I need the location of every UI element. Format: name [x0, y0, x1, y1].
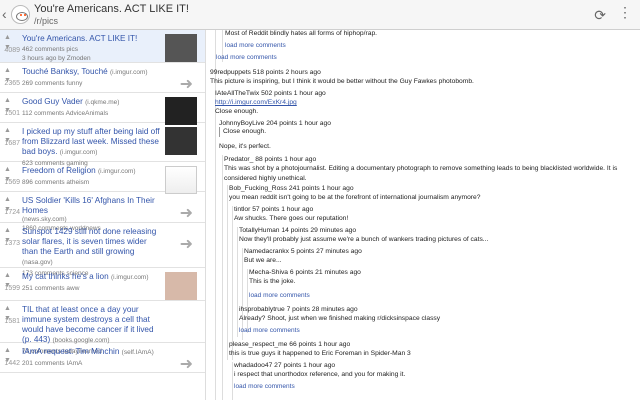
link-arrow-icon[interactable]: ➜: [180, 74, 193, 94]
load-more-comments-link[interactable]: load more comments: [249, 292, 310, 299]
post-title[interactable]: Freedom of Religion (i.imgur.com): [22, 166, 163, 177]
back-icon[interactable]: ‹: [2, 6, 7, 22]
score: 2365: [4, 80, 20, 87]
post-item[interactable]: ▲ ▼ 1373 Sunspot 1429 still not done rele…: [0, 223, 205, 277]
post-list: ▲ ▼ 4089 You're Americans. ACT LIKE IT! 4…: [0, 30, 206, 400]
post-thumbnail[interactable]: [165, 34, 197, 62]
score: 1599: [4, 285, 20, 292]
indent-line: [227, 185, 228, 360]
post-title[interactable]: Touché Banksy, Touché (i.imgur.com): [22, 67, 163, 78]
post-domain: (nasa.gov): [22, 259, 53, 266]
page-title: You're Americans. ACT LIKE IT!: [34, 3, 189, 15]
score: 1373: [4, 240, 20, 247]
post-meta: 896 comments atheism: [22, 179, 90, 186]
post-thumbnail[interactable]: [165, 166, 197, 194]
post-domain: (i.imgur.com): [110, 69, 148, 76]
post-item[interactable]: ▲ ▼ 1599 My cat thinks he's a lion (i.img…: [0, 268, 205, 301]
post-title[interactable]: IAmA request: Tim Minchin (self.IAmA): [22, 347, 163, 358]
post-thumbnail[interactable]: [165, 305, 197, 333]
comment-text: this is true guys it happened to Eric Fo…: [229, 350, 411, 357]
comment-text: This was shot by a photojournalist. Edit…: [224, 165, 618, 182]
comment-thread: Most of Reddit blindly hates all forms o…: [207, 30, 640, 400]
post-domain: (i.imgur.com): [98, 168, 136, 175]
post-item[interactable]: ▲ ▼ 1581 TIL that at least once a day you…: [0, 301, 205, 355]
link-arrow-icon[interactable]: ➜: [180, 354, 193, 374]
post-title[interactable]: My cat thinks he's a lion (i.imgur.com): [22, 272, 163, 283]
post-title[interactable]: Sunspot 1429 still not done releasing so…: [22, 227, 163, 268]
score: 1724: [4, 209, 20, 216]
load-more-comments-link[interactable]: load more comments: [216, 54, 277, 61]
link-arrow-icon[interactable]: ➜: [180, 203, 193, 223]
reddit-logo-icon[interactable]: [11, 5, 30, 24]
indent-line: [222, 155, 223, 400]
refresh-icon[interactable]: ⟳: [594, 7, 606, 24]
post-title[interactable]: TIL that at least once a day your immune…: [22, 305, 163, 346]
load-more-comments-link[interactable]: load more comments: [225, 42, 286, 49]
post-domain: (news.sky.com): [22, 216, 67, 223]
post-thumbnail[interactable]: [165, 97, 197, 125]
post-meta: 251 comments aww: [22, 285, 80, 292]
indent-line: [232, 206, 233, 360]
post-meta: 269 comments funny: [22, 80, 83, 87]
link-arrow-icon[interactable]: ➜: [180, 234, 193, 254]
post-item[interactable]: ▲ ▼ 1724 US Soldier 'Kills 16' Afghans In…: [0, 192, 205, 232]
post-domain: (i.imgur.com): [59, 149, 98, 156]
comment-text: Now they'll probably just assume we're a…: [239, 236, 489, 243]
subreddit-label: /r/pics: [34, 16, 59, 26]
load-more-comments-link[interactable]: load more comments: [239, 327, 300, 334]
post-item[interactable]: ▲ ▼ 1569 Freedom of Religion (i.imgur.com…: [0, 162, 205, 194]
comment-text: But we are...: [244, 257, 282, 264]
comment-text: This picture is inspiring, but I think i…: [210, 78, 474, 85]
post-title[interactable]: Good Guy Vader (i.qkme.me): [22, 97, 163, 108]
overflow-menu-icon[interactable]: ⋮: [618, 5, 632, 19]
post-time: 3 hours ago by Zmoden: [22, 55, 91, 62]
post-item[interactable]: ▲ ▼ 2365 Touché Banksy, Touché (i.imgur.c…: [0, 63, 205, 93]
indent-line: [232, 362, 233, 400]
comment-quote: Close enough.: [219, 127, 619, 137]
post-item[interactable]: ▲ ▼ 1442 IAmA request: Tim Minchin (self.…: [0, 343, 205, 373]
post-meta: 462 comments pics: [22, 46, 78, 53]
post-item[interactable]: ▲ ▼ 1687 I picked up my stuff after being…: [0, 123, 205, 167]
post-title[interactable]: You're Americans. ACT LIKE IT!: [22, 34, 163, 44]
post-meta: 112 comments AdviceAnimals: [22, 110, 109, 117]
score: 1569: [4, 179, 20, 186]
comment-text: Aw shucks. There goes our reputation!: [234, 215, 349, 222]
post-item[interactable]: ▲ ▼ 4089 You're Americans. ACT LIKE IT! 4…: [0, 30, 205, 63]
post-thumbnail[interactable]: [165, 127, 197, 155]
post-domain: (self.IAmA): [121, 349, 154, 356]
comment-text: you mean reddit isn't going to be at the…: [229, 194, 481, 201]
score: 1442: [4, 360, 20, 367]
comment-text: Nope, it's perfect.: [219, 143, 271, 150]
post-title[interactable]: US Soldier 'Kills 16' Afghans In Their H…: [22, 196, 163, 216]
load-more-comments-link[interactable]: load more comments: [234, 383, 295, 390]
post-title[interactable]: I picked up my stuff after being laid of…: [22, 127, 163, 158]
score: 1501: [4, 110, 20, 117]
comment-text: i respect that unorthodox reference, and…: [234, 371, 406, 378]
score: 4089: [4, 47, 20, 54]
comment-text: Already? Shoot, just when we finished ma…: [239, 315, 441, 322]
comment-text: Most of Reddit blindly hates all forms o…: [225, 30, 378, 37]
score: 1581: [4, 318, 20, 325]
post-domain: (i.qkme.me): [85, 99, 120, 106]
post-item[interactable]: ▲ ▼ 1501 Good Guy Vader (i.qkme.me) 112 c…: [0, 93, 205, 125]
comment-text: Close enough.: [215, 108, 259, 115]
post-thumbnail[interactable]: [165, 272, 197, 300]
post-domain: (i.imgur.com): [110, 274, 149, 281]
comment-text: This is the joke.: [249, 278, 296, 285]
post-meta: 201 comments IAmA: [22, 360, 83, 367]
app-header: ‹ You're Americans. ACT LIKE IT! /r/pics…: [0, 0, 640, 30]
score: 1687: [4, 140, 20, 147]
indent-line: [237, 227, 238, 337]
